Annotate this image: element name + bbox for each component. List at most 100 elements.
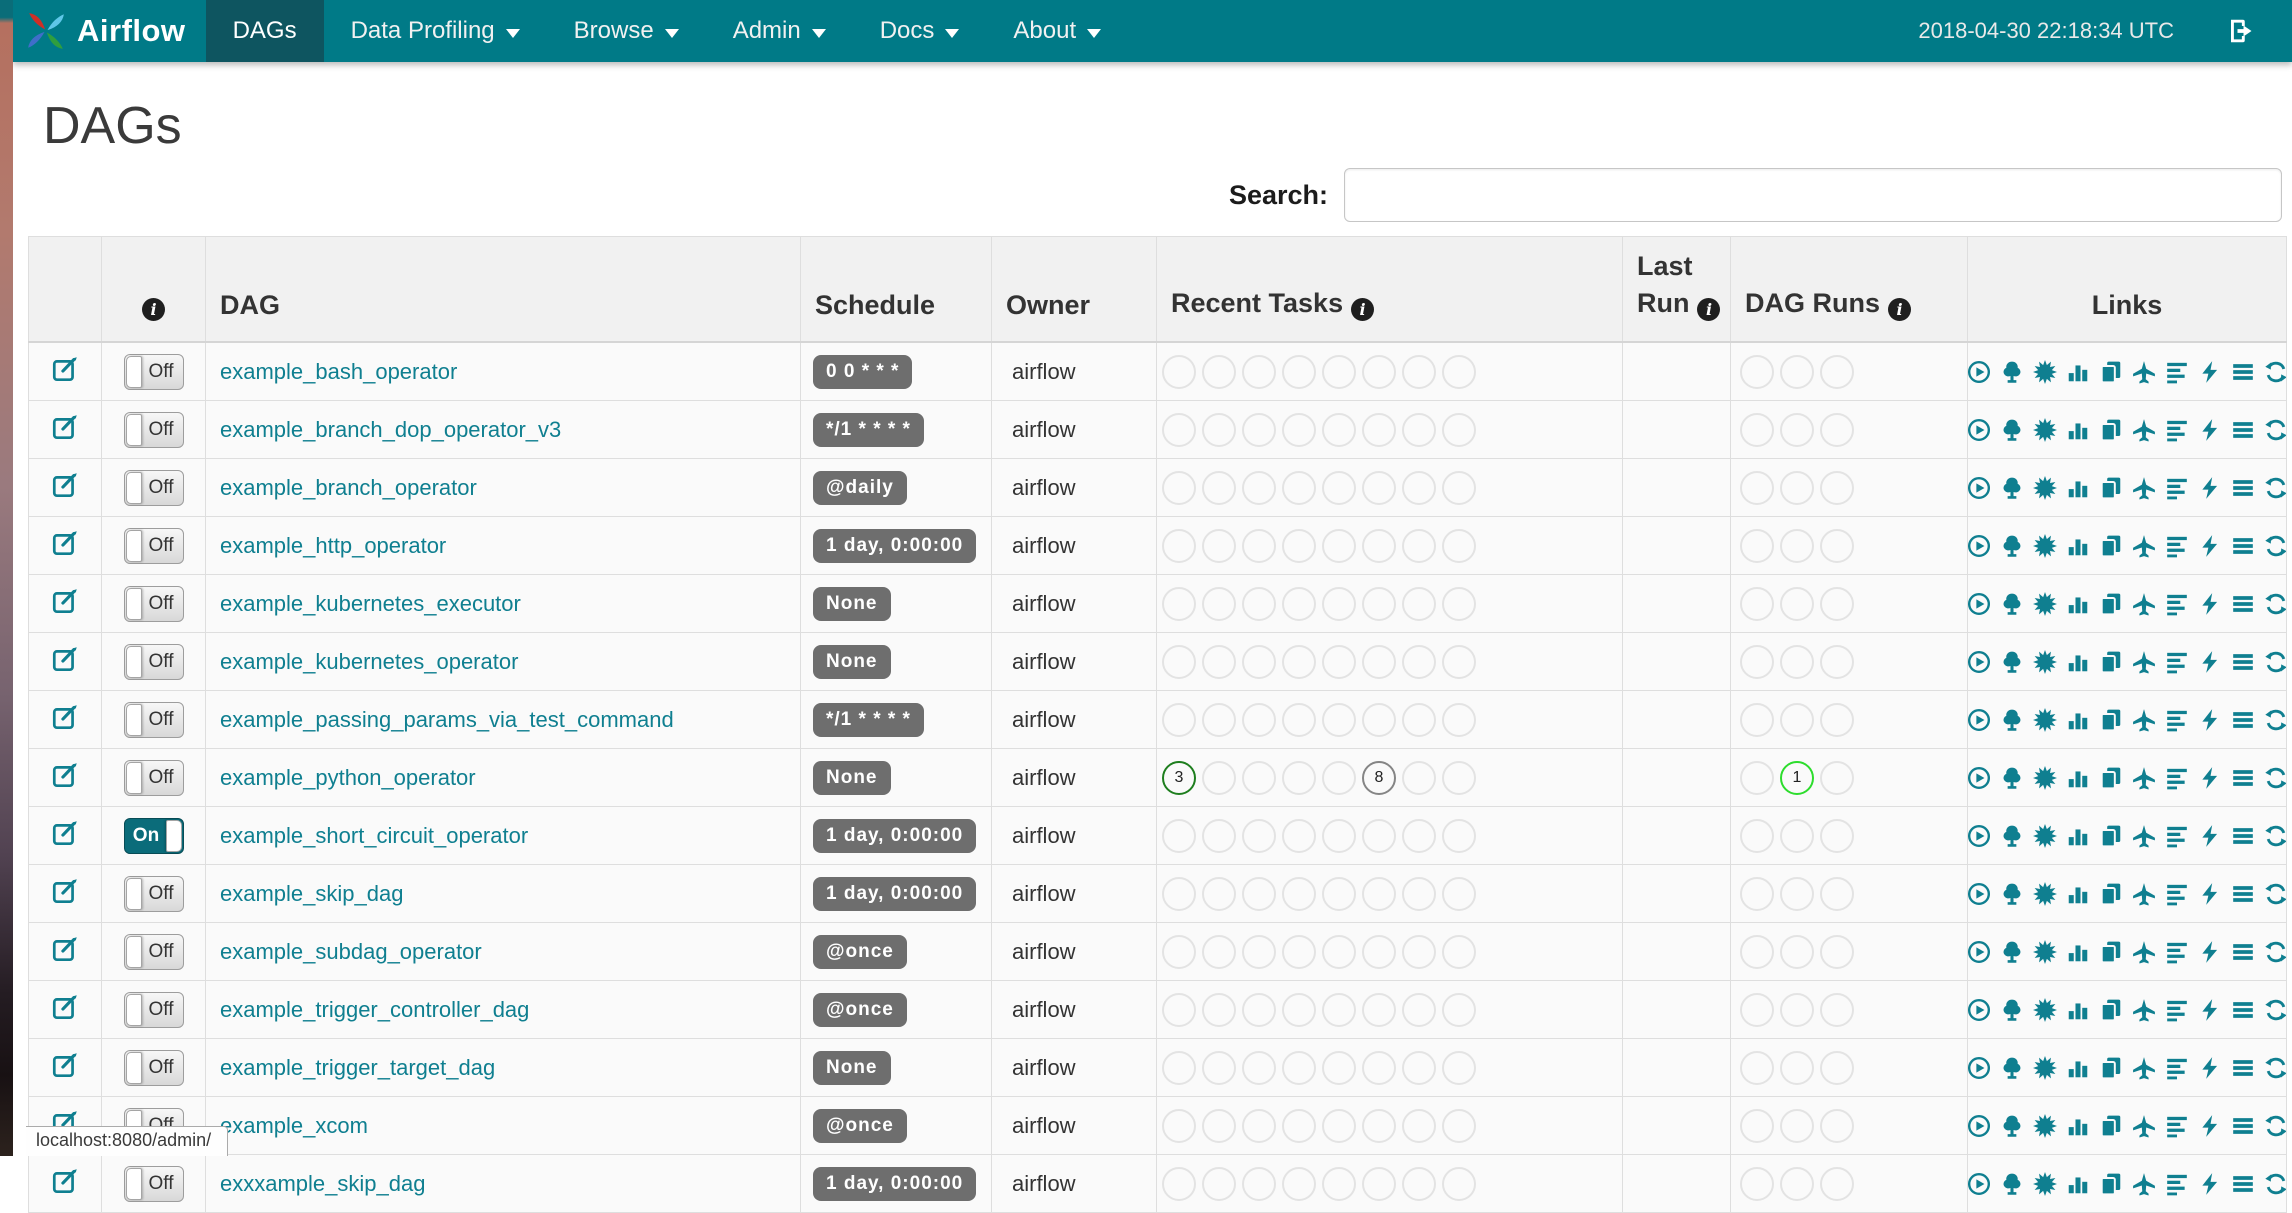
task-state-circle[interactable] xyxy=(1442,818,1476,853)
task-state-circle[interactable] xyxy=(1242,934,1276,969)
task-state-circle[interactable] xyxy=(1282,1050,1316,1085)
nav-item-browse[interactable]: Browse xyxy=(547,0,706,62)
refresh-icon[interactable] xyxy=(2264,476,2286,500)
task-state-circle[interactable] xyxy=(1402,470,1436,505)
dag-run-circle[interactable] xyxy=(1780,818,1814,853)
tree-view-icon[interactable] xyxy=(2000,650,2024,674)
dag-run-circle[interactable] xyxy=(1740,818,1774,853)
gantt-align-icon[interactable] xyxy=(2165,708,2189,732)
gantt-align-icon[interactable] xyxy=(2165,766,2189,790)
task-state-circle[interactable] xyxy=(1282,760,1316,795)
graph-view-sunburst-icon[interactable] xyxy=(2032,591,2057,616)
task-state-circle[interactable] xyxy=(1402,934,1436,969)
logs-list-icon[interactable] xyxy=(2231,940,2255,964)
task-state-circle[interactable] xyxy=(1202,876,1236,911)
task-tries-copy-icon[interactable] xyxy=(2099,766,2123,790)
edit-dag-icon[interactable] xyxy=(52,472,79,499)
task-state-circle[interactable] xyxy=(1322,644,1356,679)
dag-link[interactable]: example_branch_dop_operator_v3 xyxy=(220,417,561,442)
edit-dag-icon[interactable] xyxy=(52,878,79,905)
graph-view-sunburst-icon[interactable] xyxy=(2032,417,2057,442)
task-state-circle[interactable] xyxy=(1362,876,1396,911)
landing-times-plane-icon[interactable] xyxy=(2132,534,2156,558)
task-state-circle[interactable] xyxy=(1322,702,1356,737)
task-state-circle[interactable] xyxy=(1442,760,1476,795)
task-state-circle[interactable] xyxy=(1402,702,1436,737)
task-state-circle[interactable] xyxy=(1322,818,1356,853)
task-state-circle[interactable] xyxy=(1202,760,1236,795)
gantt-align-icon[interactable] xyxy=(2165,360,2189,384)
code-bolt-icon[interactable] xyxy=(2198,1114,2222,1138)
task-state-circle[interactable] xyxy=(1242,876,1276,911)
refresh-icon[interactable] xyxy=(2264,1172,2286,1196)
task-state-circle[interactable] xyxy=(1282,876,1316,911)
task-tries-copy-icon[interactable] xyxy=(2099,418,2123,442)
dag-run-circle[interactable] xyxy=(1740,1166,1774,1201)
trigger-play-circle-icon[interactable] xyxy=(1968,592,1991,616)
task-state-circle[interactable] xyxy=(1362,934,1396,969)
task-state-circle[interactable] xyxy=(1282,934,1316,969)
task-state-circle[interactable] xyxy=(1442,876,1476,911)
dag-run-circle[interactable] xyxy=(1740,1050,1774,1085)
task-state-circle[interactable] xyxy=(1362,644,1396,679)
task-duration-chart-icon[interactable] xyxy=(2066,824,2090,848)
info-icon[interactable]: i xyxy=(1697,297,1721,321)
task-state-circle[interactable] xyxy=(1162,702,1196,737)
task-state-circle[interactable] xyxy=(1202,1050,1236,1085)
task-duration-chart-icon[interactable] xyxy=(2066,1056,2090,1080)
header-schedule[interactable]: Schedule xyxy=(800,236,992,343)
task-state-circle[interactable] xyxy=(1322,1050,1356,1085)
dag-pause-toggle[interactable]: Off xyxy=(123,527,184,564)
dag-run-circle[interactable] xyxy=(1820,528,1854,563)
dag-link[interactable]: example_http_operator xyxy=(220,533,446,558)
task-duration-chart-icon[interactable] xyxy=(2066,650,2090,674)
task-state-circle[interactable] xyxy=(1362,470,1396,505)
task-duration-chart-icon[interactable] xyxy=(2066,592,2090,616)
trigger-play-circle-icon[interactable] xyxy=(1968,534,1991,558)
dag-pause-toggle[interactable]: Off xyxy=(123,411,184,448)
landing-times-plane-icon[interactable] xyxy=(2132,476,2156,500)
tree-view-icon[interactable] xyxy=(2000,1056,2024,1080)
dag-run-circle[interactable] xyxy=(1820,644,1854,679)
dag-run-circle[interactable] xyxy=(1740,702,1774,737)
search-input[interactable] xyxy=(1344,168,2282,222)
task-state-circle[interactable] xyxy=(1162,644,1196,679)
task-state-circle[interactable] xyxy=(1402,354,1436,389)
refresh-icon[interactable] xyxy=(2264,882,2286,906)
tree-view-icon[interactable] xyxy=(2000,534,2024,558)
task-state-circle[interactable] xyxy=(1162,586,1196,621)
dag-run-circle[interactable] xyxy=(1820,1050,1854,1085)
edit-dag-icon[interactable] xyxy=(52,994,79,1021)
logs-list-icon[interactable] xyxy=(2231,824,2255,848)
task-state-circle[interactable] xyxy=(1162,992,1196,1027)
task-duration-chart-icon[interactable] xyxy=(2066,766,2090,790)
task-state-circle[interactable] xyxy=(1322,586,1356,621)
task-state-circle[interactable] xyxy=(1202,528,1236,563)
gantt-align-icon[interactable] xyxy=(2165,1056,2189,1080)
task-state-circle[interactable] xyxy=(1402,644,1436,679)
landing-times-plane-icon[interactable] xyxy=(2132,998,2156,1022)
logs-list-icon[interactable] xyxy=(2231,1114,2255,1138)
task-state-circle[interactable] xyxy=(1442,528,1476,563)
landing-times-plane-icon[interactable] xyxy=(2132,708,2156,732)
tree-view-icon[interactable] xyxy=(2000,360,2024,384)
graph-view-sunburst-icon[interactable] xyxy=(2032,881,2057,906)
info-icon[interactable]: i xyxy=(1888,298,1911,321)
edit-dag-icon[interactable] xyxy=(52,1052,79,1079)
dag-pause-toggle[interactable]: Off xyxy=(123,759,184,796)
dag-run-circle[interactable] xyxy=(1780,470,1814,505)
code-bolt-icon[interactable] xyxy=(2198,360,2222,384)
task-state-circle[interactable] xyxy=(1322,876,1356,911)
task-state-circle[interactable] xyxy=(1242,528,1276,563)
dag-run-circle[interactable] xyxy=(1780,992,1814,1027)
dag-run-circle[interactable] xyxy=(1780,528,1814,563)
dag-link[interactable]: example_python_operator xyxy=(220,765,476,790)
tree-view-icon[interactable] xyxy=(2000,824,2024,848)
task-state-circle[interactable] xyxy=(1442,586,1476,621)
task-state-circle[interactable] xyxy=(1442,934,1476,969)
dag-link[interactable]: example_trigger_controller_dag xyxy=(220,997,529,1022)
task-tries-copy-icon[interactable] xyxy=(2099,592,2123,616)
code-bolt-icon[interactable] xyxy=(2198,418,2222,442)
dag-run-circle[interactable] xyxy=(1780,1108,1814,1143)
task-state-circle[interactable] xyxy=(1402,412,1436,447)
